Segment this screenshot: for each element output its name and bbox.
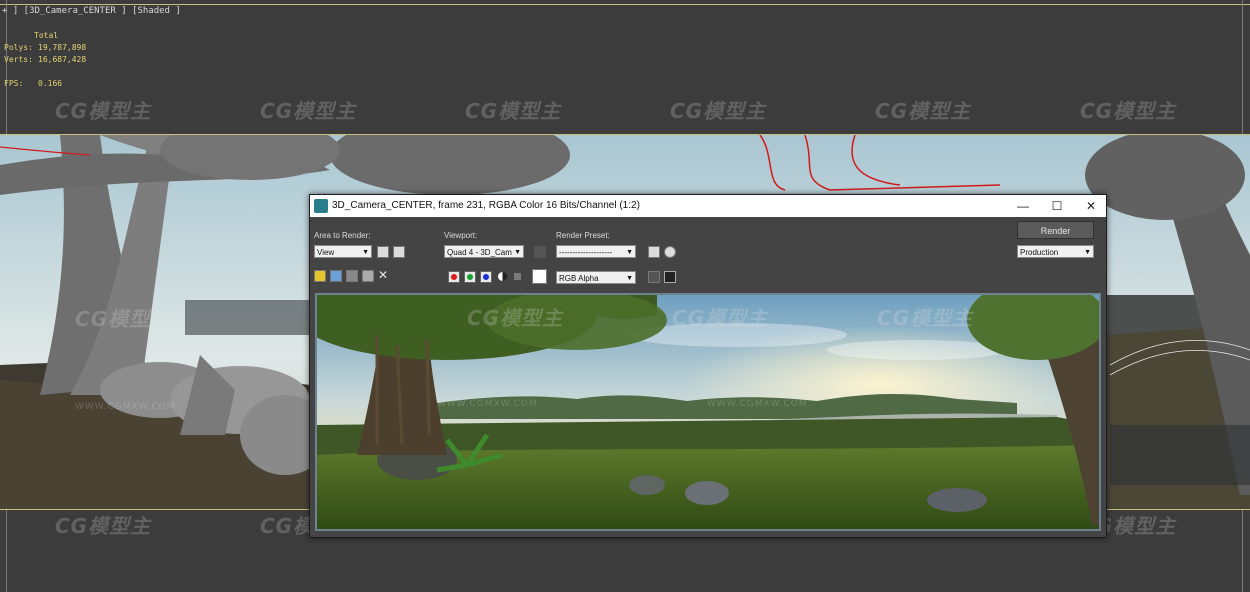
watermark: CG模型主: [75, 307, 172, 331]
print-image-icon[interactable]: [362, 270, 374, 282]
watermark: CG模型主: [55, 514, 152, 538]
toggle-ui-overlay-icon[interactable]: [648, 271, 660, 283]
watermark: CG模型主: [672, 306, 769, 330]
area-to-render-value: View: [317, 248, 335, 257]
alpha-channel-icon[interactable]: [498, 272, 507, 281]
verts-label: Verts:: [4, 55, 33, 64]
render-preset-dropdown[interactable]: -------------------- ▼: [556, 245, 636, 258]
minimize-button[interactable]: —: [1006, 195, 1040, 217]
render-preset-label: Render Preset:: [556, 231, 610, 240]
channel-display-value: RGB Alpha: [559, 274, 599, 283]
watermark: CG模型主: [55, 99, 152, 123]
render-mode-value: Production: [1020, 248, 1059, 257]
save-image-icon[interactable]: [314, 270, 326, 282]
render-preset-value: --------------------: [559, 248, 613, 257]
auto-region-icon[interactable]: [393, 246, 405, 258]
fps-value: 0.166: [38, 79, 63, 88]
watermark-url: WWW.CGMXW.COM: [75, 402, 176, 412]
rendered-frame-window[interactable]: 3D_Camera_CENTER, frame 231, RGBA Color …: [309, 194, 1107, 538]
watermark: CG模型主: [260, 99, 357, 123]
chevron-down-icon: ▼: [626, 249, 633, 256]
close-button[interactable]: ✕: [1074, 195, 1108, 217]
viewport-value: Quad 4 - 3D_Cam: [447, 248, 512, 257]
window-title-bar[interactable]: 3D_Camera_CENTER, frame 231, RGBA Color …: [310, 195, 1106, 217]
viewport-border: [0, 4, 1250, 5]
rendered-image[interactable]: CG模型主 CG模型主 CG模型主 WWW.CGMXW.COM WWW.CGMX…: [315, 293, 1101, 531]
watermark-url: WWW.CGMXW.COM: [707, 399, 808, 409]
watermark: CG模型主: [875, 99, 972, 123]
edit-region-icon[interactable]: [377, 246, 389, 258]
toggle-ui-icon[interactable]: [664, 271, 676, 283]
blue-channel-toggle[interactable]: [480, 271, 492, 283]
polys-value: 19,787,898: [38, 43, 87, 52]
environment-icon[interactable]: [664, 246, 676, 258]
green-channel-icon: [467, 274, 473, 280]
clone-frame-icon[interactable]: [346, 270, 358, 282]
watermark-url: WWW.CGMXW.COM: [437, 399, 538, 409]
chevron-down-icon: ▼: [626, 275, 633, 282]
render-toolbar: Area to Render: View ▼ Viewport: Quad 4 -…: [310, 217, 1106, 265]
render-mode-dropdown[interactable]: Production ▼: [1017, 245, 1094, 258]
red-channel-icon: [451, 274, 457, 280]
app-icon: [314, 199, 328, 213]
clear-icon[interactable]: ✕: [378, 268, 388, 282]
monochrome-icon[interactable]: [514, 273, 521, 280]
watermark: CG模型主: [1080, 99, 1177, 123]
chevron-down-icon: ▼: [362, 249, 369, 256]
area-to-render-label: Area to Render:: [314, 231, 371, 240]
display-toolbar: ✕ RGB Alpha ▼: [310, 267, 1106, 285]
maximize-button[interactable]: ☐: [1040, 195, 1074, 217]
channel-display-dropdown[interactable]: RGB Alpha ▼: [556, 271, 636, 284]
area-to-render-dropdown[interactable]: View ▼: [314, 245, 372, 258]
watermark: CG模型主: [670, 99, 767, 123]
stats-header: Total: [34, 31, 59, 40]
color-swatch[interactable]: [532, 269, 547, 284]
watermark: CG模型主: [465, 99, 562, 123]
viewport-dropdown[interactable]: Quad 4 - 3D_Cam ▼: [444, 245, 524, 258]
copy-image-icon[interactable]: [330, 270, 342, 282]
render-button[interactable]: Render: [1017, 221, 1094, 239]
red-channel-toggle[interactable]: [448, 271, 460, 283]
window-title: 3D_Camera_CENTER, frame 231, RGBA Color …: [332, 200, 640, 211]
chevron-down-icon: ▼: [514, 249, 521, 256]
chevron-down-icon: ▼: [1084, 249, 1091, 256]
verts-value: 16,687,428: [38, 55, 87, 64]
viewport-label[interactable]: + ] [3D_Camera_CENTER ] [Shaded ]: [2, 6, 181, 16]
watermark: CG模型主: [467, 306, 564, 330]
lock-icon[interactable]: [534, 246, 546, 258]
fps-label: FPS:: [4, 79, 24, 88]
viewport-statistics: Total Polys: 19,787,898 Verts: 16,687,428 …: [4, 30, 86, 90]
viewport-label: Viewport:: [444, 231, 478, 240]
watermark: CG模型主: [877, 306, 974, 330]
blue-channel-icon: [483, 274, 489, 280]
green-channel-toggle[interactable]: [464, 271, 476, 283]
polys-label: Polys:: [4, 43, 33, 52]
render-setup-icon[interactable]: [648, 246, 660, 258]
